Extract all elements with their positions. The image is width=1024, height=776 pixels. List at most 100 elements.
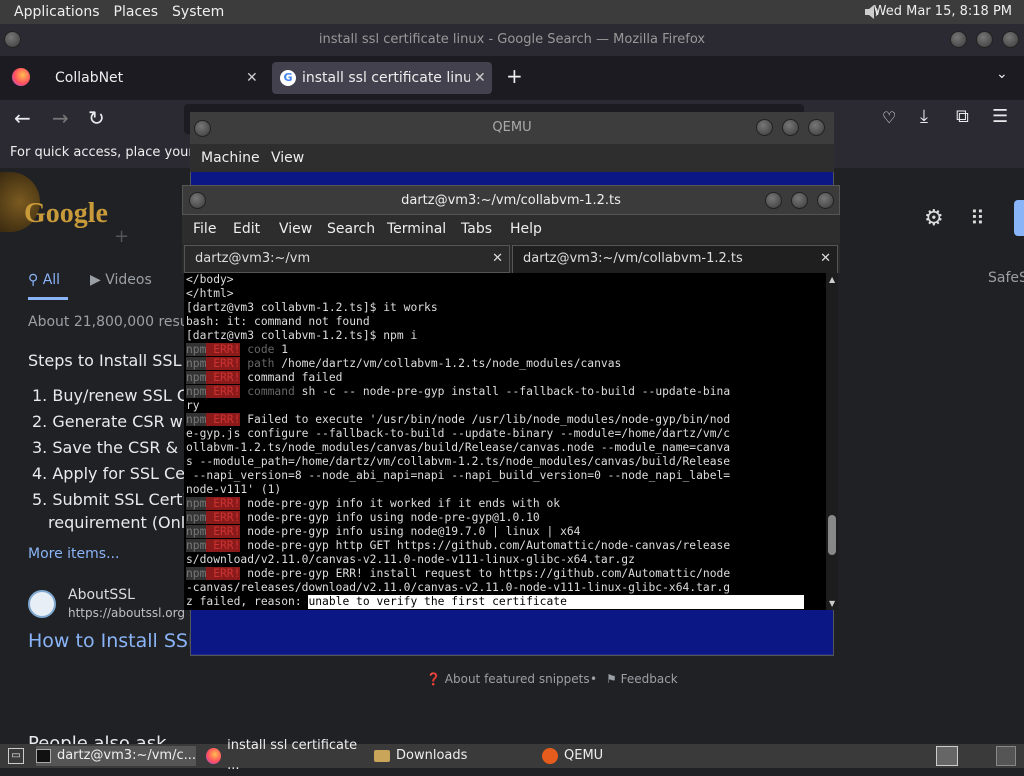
terminal-menu-file[interactable]: File (193, 221, 216, 237)
tab-collabnet[interactable]: CollabNet ✕ (44, 62, 266, 94)
terminal-line: </html> (186, 287, 234, 300)
terminal-maximize-button[interactable] (791, 192, 808, 209)
npm-message: sh -c -- node-pre-gyp install --fallback… (294, 385, 731, 398)
qemu-menubar: Machine View (190, 144, 834, 172)
qemu-menu-machine[interactable]: Machine (201, 150, 260, 166)
terminal-menu-view[interactable]: View (279, 221, 312, 237)
npm-keyword: command (240, 385, 295, 398)
qemu-maximize-button[interactable] (782, 119, 799, 136)
result-link[interactable]: How to Install SSL (28, 630, 199, 652)
terminal-minimize-button[interactable] (765, 192, 782, 209)
top-panel: Applications Places System Wed Mar 15, 8… (0, 0, 1024, 24)
close-tab-icon[interactable]: ✕ (246, 62, 258, 94)
terminal-window-menu-icon[interactable] (189, 192, 206, 209)
npm-err-tag: ERR! (206, 511, 241, 524)
npm-err-tag: ERR! (206, 497, 241, 510)
terminal-scrollbar[interactable]: ▲ ▼ (826, 273, 838, 610)
line-text: z failed, reason: (186, 595, 309, 608)
taskbar-label: Downloads (396, 748, 468, 763)
qemu-close-button[interactable] (808, 119, 825, 136)
forward-icon[interactable]: → (52, 106, 69, 130)
tab-google-search[interactable]: G install ssl certificate linux - G ✕ (272, 62, 492, 94)
maximize-button[interactable] (976, 31, 993, 48)
extensions-icon[interactable]: ⧉ (956, 106, 969, 127)
feedback-link[interactable]: ⚑ Feedback (606, 672, 678, 686)
terminal-menu-search[interactable]: Search (327, 221, 375, 237)
qemu-menu-view[interactable]: View (271, 150, 304, 166)
qemu-titlebar: QEMU (190, 112, 834, 144)
pocket-icon[interactable]: ♡ (882, 108, 896, 127)
taskbar-item-firefox[interactable]: install ssl certificate ... (206, 738, 366, 773)
reload-icon[interactable]: ↻ (88, 106, 105, 130)
terminal-menu-terminal[interactable]: Terminal (387, 221, 446, 237)
google-logo[interactable]: Google (24, 198, 108, 230)
people-also-ask-heading: People also ask (28, 735, 167, 744)
tab-all[interactable]: ⚲ All (28, 272, 60, 288)
terminal-line: npm ERR! node-pre-gyp ERR! install reque… (186, 567, 826, 581)
back-icon[interactable]: ← (14, 106, 31, 130)
scroll-down-icon[interactable]: ▼ (829, 599, 835, 608)
npm-message: command failed (240, 371, 343, 384)
qemu-title: QEMU (492, 120, 532, 135)
terminal-line: npm ERR! Failed to execute '/usr/bin/nod… (186, 413, 826, 427)
aboutssl-favicon-icon (28, 590, 56, 618)
window-menu-icon[interactable] (4, 31, 21, 48)
active-tab-indicator (28, 297, 68, 300)
terminal-tab-label: dartz@vm3:~/vm (195, 251, 311, 266)
terminal-output[interactable]: </body> </html> [dartz@vm3 collabvm-1.2.ts… (184, 273, 826, 610)
npm-message: node-pre-gyp info it worked if it ends w… (240, 497, 561, 510)
apps-grid-icon[interactable]: ⠿ (970, 206, 985, 230)
taskbar-item-qemu[interactable]: QEMU (542, 746, 702, 766)
taskbar-item-terminal[interactable]: dartz@vm3:~/vm/c... (36, 746, 196, 766)
terminal-line: -canvas/releases/download/v2.11.0/canvas… (186, 581, 731, 594)
scroll-up-icon[interactable]: ▲ (829, 275, 835, 284)
system-menu[interactable]: System (172, 4, 224, 20)
menu-icon[interactable]: ☰ (992, 106, 1008, 127)
npm-err-tag: ERR! (206, 539, 241, 552)
qemu-window-menu-icon[interactable] (194, 120, 211, 137)
clock[interactable]: Wed Mar 15, 8:18 PM (874, 4, 1012, 19)
qemu-minimize-button[interactable] (756, 119, 773, 136)
taskbar-label: install ssl certificate ... (227, 738, 358, 773)
source-name[interactable]: AboutSSL (68, 587, 135, 603)
window-title: install ssl certificate linux - Google S… (318, 32, 706, 47)
terminal-tab-collabvm[interactable]: dartz@vm3:~/vm/collabvm-1.2.ts ✕ (512, 245, 838, 273)
terminal-close-button[interactable] (817, 192, 834, 209)
step-3: 3. Save the CSR & Pr (32, 438, 200, 457)
terminal-menu-help[interactable]: Help (510, 221, 542, 237)
new-tab-button[interactable]: + (506, 64, 523, 88)
safesearch-label[interactable]: SafeS (988, 270, 1024, 286)
terminal-line: z failed, reason: unable to verify the f… (186, 595, 826, 609)
show-desktop-icon[interactable]: ▭ (8, 748, 24, 764)
tab-videos[interactable]: ▶ Videos (90, 272, 152, 288)
workspace-switcher[interactable] (936, 746, 958, 766)
applications-menu[interactable]: Applications (14, 4, 100, 20)
terminal-menu-tabs[interactable]: Tabs (461, 221, 492, 237)
settings-gear-icon[interactable]: ⚙ (924, 206, 944, 231)
close-tab-icon[interactable]: ✕ (820, 246, 831, 272)
close-tab-icon[interactable]: ✕ (492, 246, 503, 272)
about-snippets-link[interactable]: ❓ About featured snippets (426, 672, 590, 686)
trash-icon[interactable] (996, 746, 1016, 766)
sign-in-button[interactable] (1014, 200, 1024, 236)
minimize-button[interactable] (950, 31, 967, 48)
terminal-tab-vm[interactable]: dartz@vm3:~/vm ✕ (184, 245, 510, 273)
downloads-icon[interactable]: ⤓ (920, 106, 928, 127)
npm-keyword: code (240, 343, 275, 356)
scrollbar-thumb[interactable] (828, 515, 836, 555)
terminal-menu-edit[interactable]: Edit (233, 221, 260, 237)
terminal-line: </body> (186, 273, 234, 286)
more-items-link[interactable]: More items... (28, 546, 119, 562)
list-all-tabs-icon[interactable]: ⌄ (996, 66, 1008, 82)
firefox-tab-strip: CollabNet ✕ G install ssl certificate li… (0, 56, 1024, 100)
close-tab-icon[interactable]: ✕ (470, 62, 490, 94)
npm-err-tag: ERR! (206, 525, 241, 538)
npm-message: node-pre-gyp http GET https://github.com… (240, 539, 731, 552)
close-button[interactable] (1002, 31, 1019, 48)
tab-label: CollabNet (55, 70, 124, 86)
taskbar-item-downloads[interactable]: Downloads (374, 746, 534, 766)
tab-label: install ssl certificate linux - G (302, 70, 492, 86)
places-menu[interactable]: Places (114, 4, 159, 20)
firefox-icon[interactable] (12, 68, 30, 86)
terminal-icon (36, 749, 51, 763)
